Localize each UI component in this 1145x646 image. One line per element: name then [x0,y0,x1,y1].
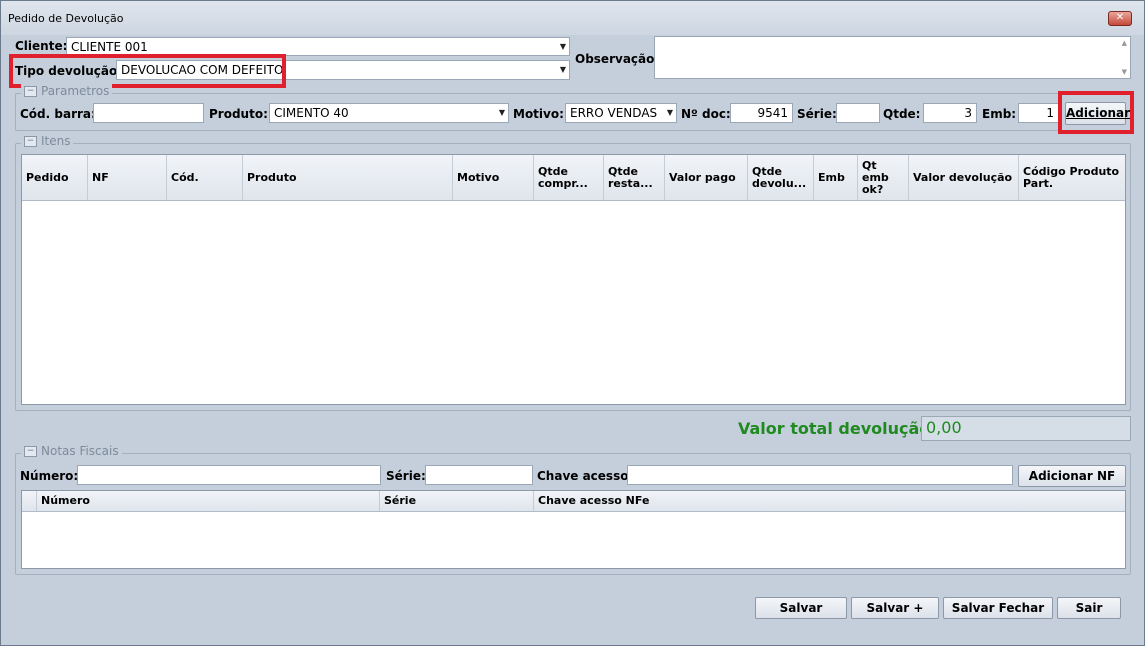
chevron-down-icon: ▼ [498,108,505,117]
sair-button[interactable]: Sair [1057,597,1121,619]
title-bar: Pedido de Devolução ✕ [1,1,1144,35]
salvar-fechar-button[interactable]: Salvar Fechar [943,597,1053,619]
col-serie[interactable]: Série [380,491,534,511]
notas-fiscais-group-title[interactable]: − Notas Fiscais [21,444,122,458]
emb-input[interactable]: 1 [1018,103,1059,123]
nf-serie-input[interactable] [425,465,533,485]
produto-select[interactable]: CIMENTO 40 ▼ [269,103,509,123]
motivo-select[interactable]: ERRO VENDAS ▼ [565,103,677,123]
scroll-down-icon[interactable]: ▼ [1122,68,1127,76]
chevron-down-icon: ▼ [559,65,566,74]
col-motivo[interactable]: Motivo [453,155,534,200]
notas-grid[interactable]: Número Série Chave acesso NFe [21,490,1126,569]
notas-grid-header: Número Série Chave acesso NFe [22,491,1125,512]
itens-group-title[interactable]: − Itens [21,134,74,148]
qtde-input[interactable]: 3 [923,103,977,123]
cod-barra-label: Cód. barra: [20,107,96,121]
itens-grid[interactable]: Pedido NF Cód. Produto Motivo Qtde compr… [21,154,1126,405]
motivo-label: Motivo: [513,107,564,121]
scroll-up-icon[interactable]: ▲ [1122,39,1127,47]
chave-acesso-input[interactable] [627,465,1013,485]
produto-label: Produto: [209,107,268,121]
ndoc-label: Nº doc: [681,107,731,121]
parametros-title-text: Parametros [41,84,110,98]
qtde-label: Qtde: [883,107,921,121]
salvar-mais-button[interactable]: Salvar + [851,597,939,619]
serie-label: Série: [797,107,837,121]
numero-label: Número: [20,469,79,483]
col-emb[interactable]: Emb [814,155,858,200]
emb-label: Emb: [982,107,1017,121]
valor-total-field: 0,00 [921,416,1131,441]
adicionar-highlight [1058,91,1134,134]
col-indicator [22,491,37,511]
col-produto[interactable]: Produto [243,155,453,200]
produto-value: CIMENTO 40 [274,106,349,120]
salvar-button[interactable]: Salvar [755,597,847,619]
col-valor-pago[interactable]: Valor pago [665,155,748,200]
col-qtde-restante[interactable]: Qtde resta... [604,155,665,200]
cliente-label: Cliente: [15,39,68,53]
window-title: Pedido de Devolução [8,12,124,25]
valor-total-label: Valor total devolução: [738,419,937,438]
serie-input[interactable] [836,103,880,123]
adicionar-nf-button[interactable]: Adicionar NF [1018,465,1126,487]
col-numero[interactable]: Número [37,491,380,511]
close-icon: ✕ [1115,12,1125,23]
col-valor-devolucao[interactable]: Valor devolução [909,155,1019,200]
chevron-down-icon: ▼ [666,108,673,117]
close-button[interactable]: ✕ [1108,11,1132,26]
cliente-value: CLIENTE 001 [71,40,148,54]
col-codigo-produto-part[interactable]: Código Produto Part. [1019,155,1125,200]
parametros-group-title[interactable]: − Parametros [21,84,113,98]
col-cod[interactable]: Cód. [167,155,243,200]
nf-serie-label: Série: [386,469,426,483]
col-qtde-devolvida[interactable]: Qtde devolu... [748,155,814,200]
observacao-label: Observação: [575,52,660,66]
col-chave-acesso-nfe[interactable]: Chave acesso NFe [534,491,1125,511]
itens-title-text: Itens [41,134,71,148]
tipo-devolucao-highlight [9,54,286,88]
chevron-down-icon: ▼ [559,42,566,51]
devolucao-window: Pedido de Devolução ✕ Cliente: CLIENTE 0… [0,0,1145,646]
col-nf[interactable]: NF [88,155,167,200]
collapse-icon: − [24,86,37,97]
col-pedido[interactable]: Pedido [22,155,88,200]
col-qtde-comprada[interactable]: Qtde compr... [534,155,604,200]
cod-barra-input[interactable] [93,103,204,123]
numero-input[interactable] [77,465,381,485]
itens-grid-header: Pedido NF Cód. Produto Motivo Qtde compr… [22,155,1125,201]
chave-acesso-label: Chave acesso: [537,469,634,483]
motivo-value: ERRO VENDAS [570,106,658,120]
collapse-icon: − [24,136,37,147]
collapse-icon: − [24,446,37,457]
observacao-textarea[interactable]: ▲ ▼ [654,36,1131,79]
col-qt-emb-ok[interactable]: Qt emb ok? [858,155,909,200]
ndoc-input[interactable]: 9541 [730,103,793,123]
notas-title-text: Notas Fiscais [41,444,119,458]
